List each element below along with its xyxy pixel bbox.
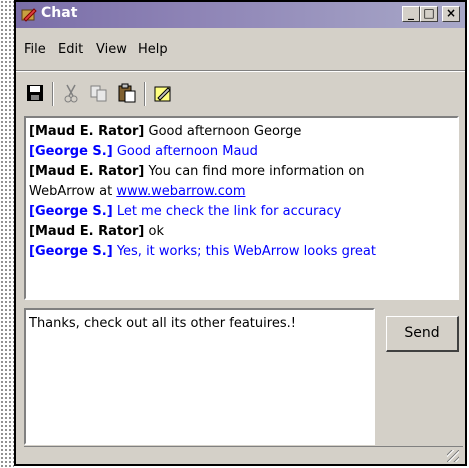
toolbar-separator <box>52 82 54 106</box>
message-item-continued: WebArrow at www.webarrow.com <box>29 182 454 202</box>
menu-help[interactable]: Help <box>138 42 168 57</box>
message-sender: [George S.] <box>29 144 113 159</box>
message-item: [George S.] Good afternoon Maud <box>29 142 454 162</box>
message-text: Good afternoon Maud <box>116 144 258 159</box>
toolbar-separator <box>144 82 146 106</box>
clear-icon[interactable] <box>152 82 174 104</box>
message-sender: [Maud E. Rator] <box>29 224 145 239</box>
message-text: Yes, it works; this WebArrow looks great <box>116 244 376 259</box>
chat-window: Chat _ □ × File Edit View Help [Maud E. … <box>14 0 467 466</box>
message-text: ok <box>148 224 164 239</box>
message-history[interactable]: [Maud E. Rator] Good afternoon George [G… <box>24 116 459 300</box>
copy-icon[interactable] <box>88 82 110 104</box>
message-item: [Maud E. Rator] Good afternoon George <box>29 122 454 142</box>
message-text: Let me check the link for accuracy <box>116 204 342 219</box>
resize-grip[interactable] <box>447 450 459 462</box>
message-item: [Maud E. Rator] You can find more inform… <box>29 162 454 182</box>
message-sender: [Maud E. Rator] <box>29 164 145 179</box>
cut-icon[interactable] <box>60 82 82 104</box>
message-text: Good afternoon George <box>148 124 302 139</box>
paste-icon[interactable] <box>116 82 138 104</box>
message-sender: [George S.] <box>29 204 113 219</box>
message-sender: [George S.] <box>29 244 113 259</box>
message-text: WebArrow at <box>29 184 117 199</box>
chat-app-icon <box>20 7 38 23</box>
status-bar <box>24 446 463 464</box>
menu-bar: File Edit View Help <box>16 42 465 64</box>
save-icon[interactable] <box>24 82 46 104</box>
close-button[interactable]: × <box>442 6 460 22</box>
minimize-button[interactable]: _ <box>402 6 420 22</box>
send-button[interactable]: Send <box>386 316 459 352</box>
window-title: Chat <box>41 5 78 21</box>
maximize-button[interactable]: □ <box>420 6 438 22</box>
menu-edit[interactable]: Edit <box>58 42 83 57</box>
menu-file[interactable]: File <box>24 42 46 57</box>
webarrow-link[interactable]: www.webarrow.com <box>116 184 245 199</box>
message-item: [George S.] Yes, it works; this WebArrow… <box>29 242 454 262</box>
background-pattern <box>0 0 14 468</box>
message-text: You can find more information on <box>148 164 365 179</box>
menu-separator <box>16 70 465 72</box>
message-sender: [Maud E. Rator] <box>29 124 145 139</box>
message-item: [George S.] Let me check the link for ac… <box>29 202 454 222</box>
title-bar[interactable]: Chat _ □ × <box>16 2 465 28</box>
message-item: [Maud E. Rator] ok <box>29 222 454 242</box>
compose-input[interactable]: Thanks, check out all its other featuire… <box>24 308 375 445</box>
menu-view[interactable]: View <box>96 42 127 57</box>
toolbar <box>16 76 465 110</box>
